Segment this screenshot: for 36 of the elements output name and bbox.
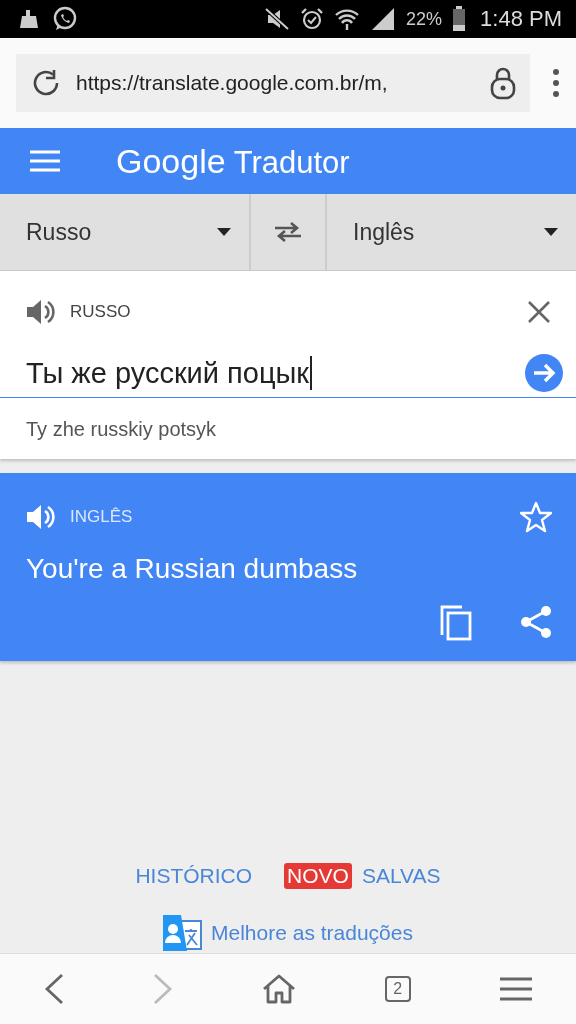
chat-bubble-icon — [52, 6, 78, 32]
alarm-icon — [300, 7, 325, 31]
translation-text: You're a Russian dumbass — [26, 553, 359, 585]
url-text: https://translate.google.com.br/m, — [76, 71, 389, 95]
input-field[interactable]: Ты же русский поцык — [26, 356, 514, 390]
new-badge: NOVO — [284, 863, 352, 889]
source-language-label: RUSSO — [70, 302, 132, 322]
back-icon[interactable] — [44, 973, 65, 1005]
tabs-button[interactable]: 2 — [384, 976, 411, 1002]
app-title: Tradutor — [233, 144, 350, 181]
close-icon[interactable] — [528, 301, 550, 323]
lock-icon — [490, 66, 516, 100]
signal-icon — [370, 7, 397, 31]
address-bar[interactable]: https://translate.google.com.br/m, — [16, 54, 530, 112]
speaker-icon[interactable] — [26, 504, 56, 530]
home-icon[interactable] — [262, 974, 296, 1004]
caret-icon — [217, 228, 231, 236]
speaker-icon[interactable] — [26, 299, 56, 325]
target-language-label: INGLÊS — [70, 507, 134, 527]
menu-icon[interactable] — [499, 977, 532, 1001]
cleaner-icon — [18, 8, 40, 30]
more-icon[interactable] — [552, 68, 560, 98]
swap-icon — [273, 221, 303, 243]
swap-languages-button[interactable] — [249, 194, 327, 270]
clock-time: 1:48 PM — [480, 6, 562, 32]
battery-percent: 22% — [406, 8, 443, 30]
translate-person-icon[interactable] — [163, 915, 203, 951]
transliteration-text: Ty zhe russkiy potsyk — [25, 417, 218, 442]
battery-icon — [452, 6, 467, 32]
copy-icon[interactable] — [440, 605, 472, 641]
mute-icon — [264, 7, 291, 31]
star-icon[interactable] — [520, 501, 552, 533]
wifi-icon — [334, 7, 361, 31]
caret-icon — [544, 228, 558, 236]
logo-text: Google — [116, 141, 226, 181]
share-icon[interactable] — [520, 605, 552, 639]
